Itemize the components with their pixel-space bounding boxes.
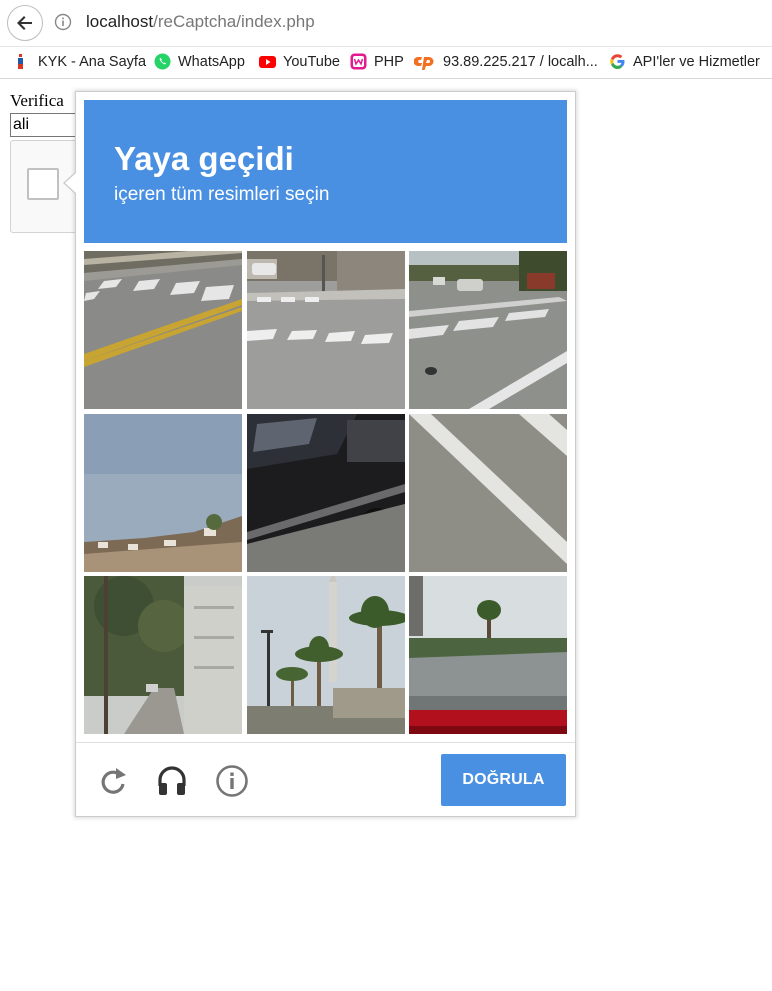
tile-sidewalk-trees-house — [84, 576, 242, 734]
whatsapp-icon — [154, 53, 171, 70]
name-input[interactable] — [10, 113, 80, 137]
wamp-icon — [350, 53, 367, 70]
tile-street-crosswalk-corner — [247, 251, 405, 409]
verify-button[interactable]: DOĞRULA — [441, 754, 566, 806]
image-tile[interactable] — [409, 251, 567, 409]
verification-label: Verifica — [10, 91, 64, 110]
kyk-icon — [18, 54, 23, 69]
challenge-header: Yaya geçidi içeren tüm resimleri seçin — [84, 100, 567, 243]
bookmark-label: KYK - Ana Sayfa — [38, 53, 147, 70]
youtube-icon — [259, 56, 276, 68]
bookmark-google-apis[interactable]: API'ler ve Hizmetler — [609, 53, 760, 70]
tile-black-car — [247, 414, 405, 572]
bookmark-youtube[interactable]: YouTube — [259, 53, 340, 70]
reload-icon[interactable] — [96, 764, 130, 798]
image-tile[interactable] — [409, 576, 567, 734]
recaptcha-checkbox[interactable] — [27, 168, 59, 200]
back-button[interactable] — [7, 5, 43, 41]
bookmark-label: API'ler ve Hizmetler — [633, 53, 760, 70]
bookmark-label: 93.89.225.217 / localh... — [443, 53, 598, 70]
challenge-title: Yaya geçidi — [114, 140, 294, 177]
url-path: /reCaptcha/index.php — [153, 12, 315, 31]
image-tile[interactable] — [247, 576, 405, 734]
footer-divider — [76, 742, 575, 743]
bookmark-cpanel[interactable]: 93.89.225.217 / localh... — [414, 53, 598, 70]
challenge-instructions: içeren tüm resimleri seçin — [114, 184, 330, 205]
tile-palm-trees-street — [247, 576, 405, 734]
audio-icon[interactable] — [155, 764, 189, 798]
tile-intersection — [409, 251, 567, 409]
image-tile[interactable] — [84, 414, 242, 572]
url-bar: localhost/reCaptcha/index.php — [0, 0, 772, 47]
cpanel-icon — [414, 57, 434, 70]
bookmark-whatsapp[interactable]: WhatsApp — [154, 53, 245, 70]
captcha-challenge-dialog: Yaya geçidi içeren tüm resimleri seçin D… — [75, 91, 576, 817]
info-icon[interactable] — [215, 764, 249, 798]
bookmark-label: PHP — [374, 53, 404, 70]
bookmark-kyk[interactable]: KYK - Ana Sayfa — [14, 53, 146, 70]
tile-road-crosswalk — [84, 251, 242, 409]
image-tile[interactable] — [409, 414, 567, 572]
tile-palm-tree-car — [409, 576, 567, 734]
tile-crosswalk-stripe — [409, 414, 567, 572]
bookmark-label: YouTube — [283, 53, 340, 70]
bookmark-label: WhatsApp — [178, 53, 245, 70]
site-info-icon[interactable] — [54, 13, 72, 31]
url-host: localhost — [86, 12, 154, 31]
image-tile[interactable] — [84, 251, 242, 409]
popup-arrow-inner — [65, 173, 76, 193]
tile-hillside-sky — [84, 414, 242, 572]
bookmark-php[interactable]: PHP — [350, 53, 404, 70]
image-grid — [84, 251, 567, 734]
image-tile[interactable] — [247, 251, 405, 409]
image-tile[interactable] — [247, 414, 405, 572]
bookmarks-bar: KYK - Ana Sayfa WhatsApp YouTube PHP 93.… — [0, 47, 772, 79]
google-icon — [610, 54, 625, 69]
back-arrow-icon — [17, 16, 32, 30]
image-tile[interactable] — [84, 576, 242, 734]
address-field[interactable]: localhost/reCaptcha/index.php — [86, 12, 315, 32]
